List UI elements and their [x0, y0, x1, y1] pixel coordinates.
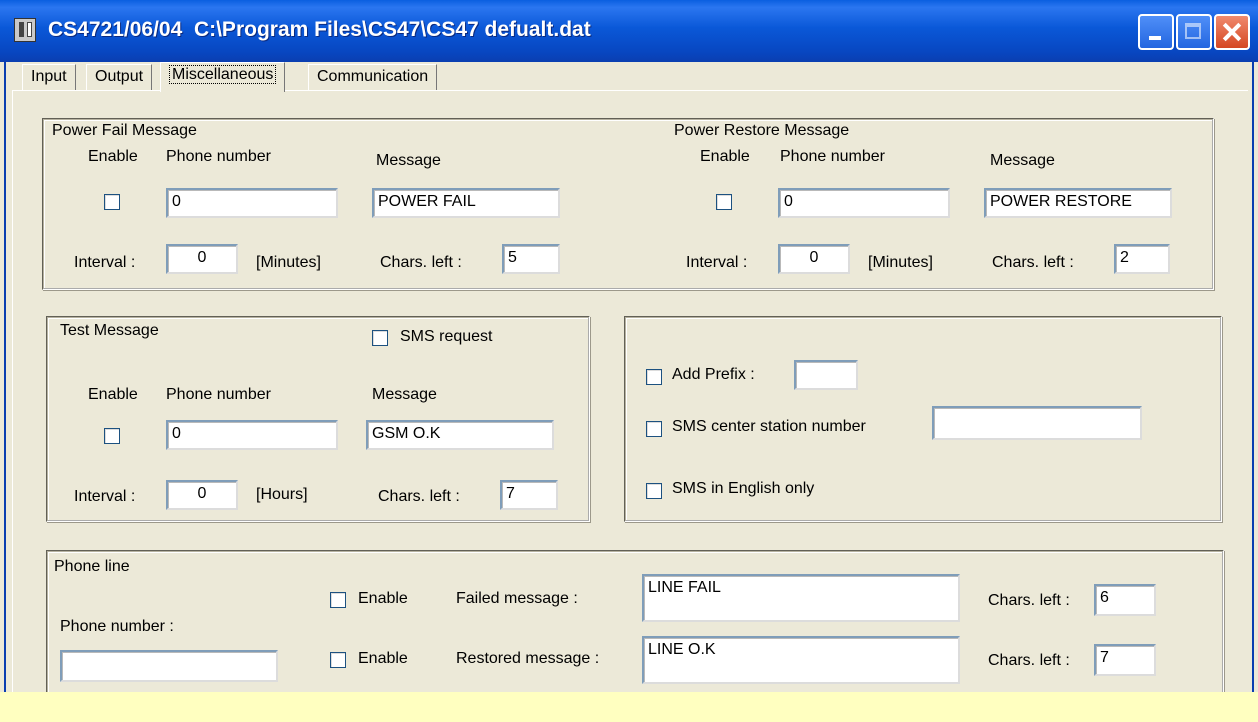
sms-center-label[interactable]: SMS center station number [672, 418, 866, 436]
power-restore-phone-label: Phone number [780, 148, 885, 165]
power-restore-message-input[interactable]: POWER RESTORE [984, 188, 1172, 218]
line-failed-message-label: Failed message : [456, 590, 578, 607]
power-fail-interval-label: Interval : [74, 254, 136, 271]
minimize-button[interactable] [1138, 14, 1174, 50]
test-chars-left-label: Chars. left : [378, 488, 460, 505]
power-fail-interval-unit: [Minutes] [256, 254, 321, 271]
line-failed-chars-left-label: Chars. left : [988, 592, 1070, 609]
tab-miscellaneous[interactable]: Miscellaneous [160, 62, 286, 92]
app-icon[interactable] [14, 18, 36, 42]
add-prefix-checkbox[interactable] [646, 369, 662, 385]
line-restored-message-input[interactable]: LINE O.K [642, 636, 960, 684]
line-failed-enable-checkbox[interactable] [330, 592, 346, 608]
test-enable-checkbox[interactable] [104, 428, 120, 444]
power-restore-group-title: Power Restore Message [672, 122, 852, 140]
line-failed-message-input[interactable]: LINE FAIL [642, 574, 960, 622]
power-fail-enable-label: Enable [88, 148, 138, 165]
power-restore-phone-input[interactable]: 0 [778, 188, 950, 218]
phone-line-number-label: Phone number : [60, 618, 174, 635]
line-restored-chars-left-value: 7 [1094, 644, 1156, 676]
tab-output[interactable]: Output [86, 64, 153, 90]
test-message-group-title: Test Message [58, 322, 161, 340]
phone-line-group-title: Phone line [52, 558, 132, 576]
line-restored-chars-left-label: Chars. left : [988, 652, 1070, 669]
power-fail-message-input[interactable]: POWER FAIL [372, 188, 560, 218]
test-message-label: Message [372, 386, 437, 403]
tab-communication[interactable]: Communication [308, 64, 438, 90]
power-fail-group-title: Power Fail Message [50, 122, 199, 140]
line-restored-enable-label[interactable]: Enable [358, 650, 408, 668]
test-phone-label: Phone number [166, 386, 271, 403]
power-fail-chars-left-label: Chars. left : [380, 254, 462, 271]
add-prefix-label[interactable]: Add Prefix : [672, 366, 755, 384]
test-enable-label: Enable [88, 386, 138, 403]
power-restore-enable-checkbox[interactable] [716, 194, 732, 210]
power-restore-enable-label: Enable [700, 148, 750, 165]
line-restored-enable-checkbox[interactable] [330, 652, 346, 668]
power-fail-phone-label: Phone number [166, 148, 271, 165]
power-fail-phone-input[interactable]: 0 [166, 188, 338, 218]
power-restore-interval-label: Interval : [686, 254, 748, 271]
power-restore-chars-left-label: Chars. left : [992, 254, 1074, 271]
close-button[interactable] [1214, 14, 1250, 50]
line-failed-enable-label[interactable]: Enable [358, 590, 408, 608]
maximize-button[interactable] [1176, 14, 1212, 50]
power-restore-interval-unit: [Minutes] [868, 254, 933, 271]
test-interval-input[interactable]: 0 [166, 480, 238, 510]
test-interval-unit: [Hours] [256, 486, 308, 503]
phone-line-number-input[interactable] [60, 650, 278, 682]
power-restore-chars-left-value: 2 [1114, 244, 1170, 274]
power-fail-interval-input[interactable]: 0 [166, 244, 238, 274]
test-message-input[interactable]: GSM O.K [366, 420, 554, 450]
line-restored-message-label: Restored message : [456, 650, 600, 667]
english-only-label[interactable]: SMS in English only [672, 480, 814, 498]
bottom-overlay-strip [0, 692, 1258, 722]
tab-input[interactable]: Input [22, 64, 76, 90]
power-fail-enable-checkbox[interactable] [104, 194, 120, 210]
sms-request-label[interactable]: SMS request [400, 328, 492, 346]
window-title: CS4721/06/04 C:\Program Files\CS47\CS47 … [48, 18, 591, 41]
power-restore-message-label: Message [990, 152, 1055, 169]
sms-center-number-input[interactable] [932, 406, 1142, 440]
power-fail-message-label: Message [376, 152, 441, 169]
power-fail-chars-left-value: 5 [502, 244, 560, 274]
english-only-checkbox[interactable] [646, 483, 662, 499]
sms-request-checkbox[interactable] [372, 330, 388, 346]
power-restore-interval-input[interactable]: 0 [778, 244, 850, 274]
test-chars-left-value: 7 [500, 480, 558, 510]
test-phone-input[interactable]: 0 [166, 420, 338, 450]
line-failed-chars-left-value: 6 [1094, 584, 1156, 616]
sms-center-checkbox[interactable] [646, 421, 662, 437]
prefix-input[interactable] [794, 360, 858, 390]
test-interval-label: Interval : [74, 488, 136, 505]
